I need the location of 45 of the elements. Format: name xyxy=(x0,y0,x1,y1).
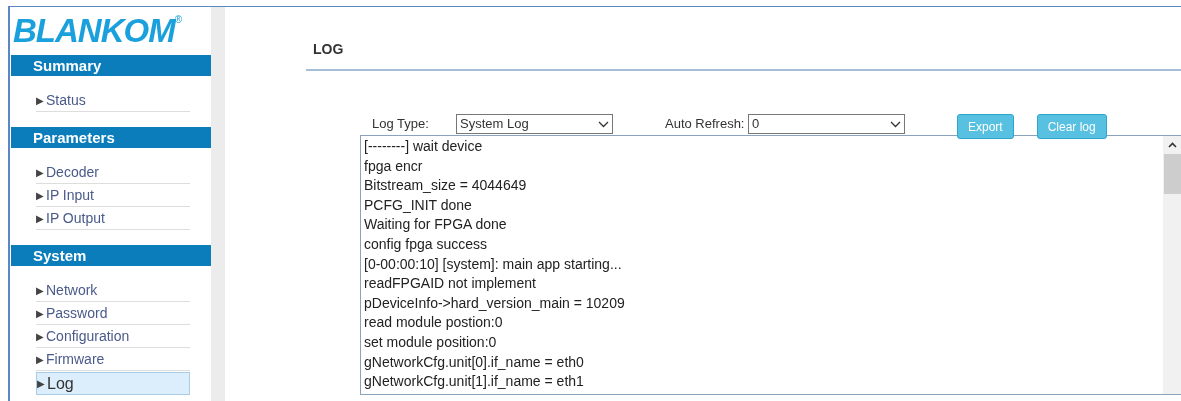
section-header: Parameters xyxy=(11,127,211,148)
sidebar-item[interactable]: ▶Network xyxy=(36,279,190,302)
arrow-icon: ▶ xyxy=(36,164,44,180)
log-line: Waiting for FPGA done xyxy=(364,215,508,235)
chevron-down-icon xyxy=(598,120,609,128)
section-header: Summary xyxy=(11,55,211,76)
arrow-icon: ▶ xyxy=(37,376,45,391)
log-line: [0-00:00:10] [system]: main app starting... xyxy=(364,254,623,274)
log-line: [--------] wait device xyxy=(364,137,484,156)
sidebar-item[interactable]: ▶Password xyxy=(36,302,190,325)
scrollbar[interactable] xyxy=(1163,136,1181,394)
log-line: read module postion:0 xyxy=(364,313,504,333)
log-line: fpga encr xyxy=(364,156,424,176)
log-line: gNetworkCfg.unit[1].if_name = eth1 xyxy=(364,372,585,392)
arrow-icon: ▶ xyxy=(36,282,44,298)
page-title: LOG xyxy=(312,40,345,59)
log-line: Bitstream_size = 4044649 xyxy=(364,176,528,196)
arrow-icon: ▶ xyxy=(36,187,44,203)
dropdown[interactable]: System Log xyxy=(456,114,613,134)
sidebar-item[interactable]: ▶Firmware xyxy=(36,348,190,371)
log-line: set module position:0 xyxy=(364,332,498,352)
arrow-icon: ▶ xyxy=(36,351,44,367)
field-label: Log Type: xyxy=(372,115,430,132)
sidebar-item[interactable]: ▶Configuration xyxy=(36,325,190,348)
log-line: pDeviceInfo->hard_version_main = 10209 xyxy=(364,293,626,313)
arrow-icon: ▶ xyxy=(36,92,44,108)
log-line: PCFG_INIT done xyxy=(364,195,473,215)
scroll-up-icon[interactable] xyxy=(1167,142,1177,148)
chevron-down-icon xyxy=(890,120,901,128)
log-line: gNetworkCfg.unit[0].if_name = eth0 xyxy=(364,352,585,372)
log-line: config fpga success xyxy=(364,234,488,254)
scrollbar-thumb[interactable] xyxy=(1163,154,1181,194)
sidebar-item[interactable]: ▶Status xyxy=(36,89,190,112)
section-header: System xyxy=(11,245,211,266)
arrow-icon: ▶ xyxy=(36,210,44,226)
arrow-icon: ▶ xyxy=(36,305,44,321)
field-label: Auto Refresh: xyxy=(665,115,746,132)
sidebar-item[interactable]: ▶IP Input xyxy=(36,184,190,207)
dropdown[interactable]: 0 xyxy=(748,114,905,134)
sidebar-item[interactable]: ▶Log xyxy=(36,372,190,395)
sidebar-item[interactable]: ▶IP Output xyxy=(36,207,190,230)
arrow-icon: ▶ xyxy=(36,328,44,344)
logo-text: BLANKOM xyxy=(13,15,175,47)
log-line: readFPGAID not implement xyxy=(364,274,537,294)
sidebar-item[interactable]: ▶Decoder xyxy=(36,161,190,184)
